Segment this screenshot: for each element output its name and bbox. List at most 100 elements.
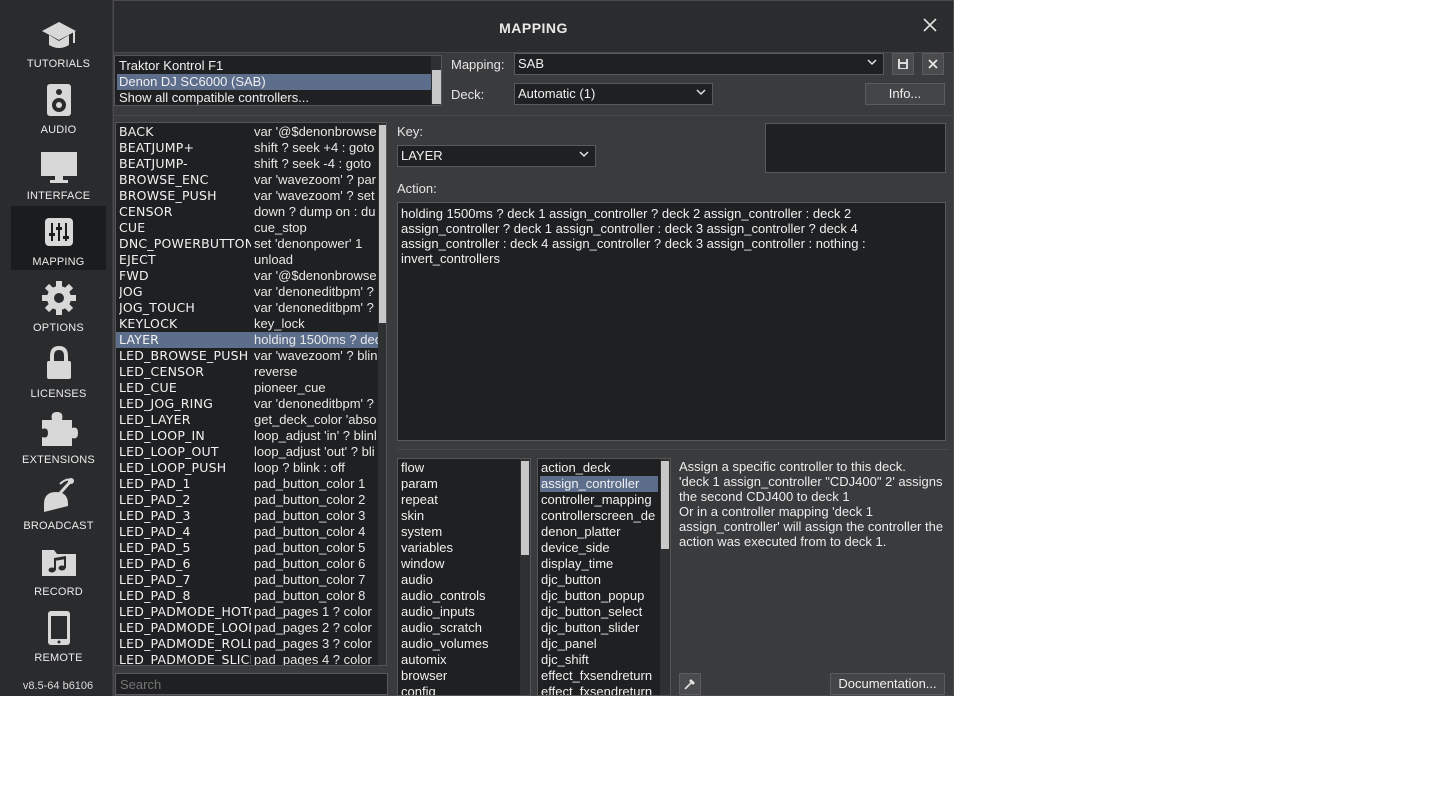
close-button[interactable]	[921, 17, 939, 35]
category-item[interactable]: audio_scratch	[400, 620, 518, 636]
key-row[interactable]: LED_PAD_7 pad_button_color 7	[116, 572, 378, 588]
category-item[interactable]: config	[400, 684, 518, 695]
scrollbar-thumb[interactable]	[661, 461, 669, 549]
delete-mapping-button[interactable]	[922, 53, 944, 75]
category-item[interactable]: param	[400, 476, 518, 492]
key-row[interactable]: LED_LOOP_PUSH loop ? blink : off	[116, 460, 378, 476]
key-row[interactable]: BEATJUMP-shift ? seek -4 : goto	[116, 156, 378, 172]
key-row[interactable]: CENSOR down ? dump on : du	[116, 204, 378, 220]
verb-item[interactable]: denon_platter	[540, 524, 658, 540]
key-row[interactable]: LED_PADMODE_ROLL pad_pages 3 ? color	[116, 636, 378, 652]
category-item[interactable]: flow	[400, 460, 518, 476]
category-item[interactable]: window	[400, 556, 518, 572]
category-item[interactable]: audio_controls	[400, 588, 518, 604]
controller-list[interactable]: Traktor Kontrol F1 Denon DJ SC6000 (SAB)…	[114, 55, 442, 106]
key-row[interactable]: KEYLOCK key_lock	[116, 316, 378, 332]
sidebar-item-audio[interactable]: AUDIO	[11, 74, 106, 138]
key-row[interactable]: JOG var 'denoneditbpm' ?	[116, 284, 378, 300]
sidebar-item-mapping[interactable]: MAPPING	[11, 206, 106, 270]
verb-item[interactable]: djc_button	[540, 572, 658, 588]
documentation-button[interactable]: Documentation...	[830, 673, 945, 695]
key-row[interactable]: LED_CENSOR reverse	[116, 364, 378, 380]
verb-item[interactable]: device_side	[540, 540, 658, 556]
verb-item[interactable]: assign_controller	[540, 476, 658, 492]
sidebar-item-extensions[interactable]: EXTENSIONS	[11, 404, 106, 468]
key-row[interactable]: DNC_POWERBUTTON set 'denonpower' 1	[116, 236, 378, 252]
key-row[interactable]: LED_PAD_4 pad_button_color 4	[116, 524, 378, 540]
category-item[interactable]: variables	[400, 540, 518, 556]
sidebar-item-record[interactable]: RECORD	[11, 536, 106, 600]
verb-item[interactable]: djc_shift	[540, 652, 658, 668]
pick-verb-button[interactable]	[679, 673, 701, 695]
verb-item[interactable]: action_deck	[540, 460, 658, 476]
verb-item[interactable]: effect_fxsendreturn	[540, 668, 658, 684]
key-row[interactable]: BACK var '@$denonbrowse	[116, 124, 378, 140]
key-row[interactable]: LED_PAD_6 pad_button_color 6	[116, 556, 378, 572]
category-list[interactable]: flow param repeat skin system variables window…	[397, 458, 531, 696]
key-row[interactable]: LED_PAD_2 pad_button_color 2	[116, 492, 378, 508]
verb-item[interactable]: controllerscreen_de	[540, 508, 658, 524]
key-row[interactable]: CUE cue_stop	[116, 220, 378, 236]
key-row[interactable]: LED_PADMODE_LOOP pad_pages 2 ? color	[116, 620, 378, 636]
key-row[interactable]: LED_CUE pioneer_cue	[116, 380, 378, 396]
key-row[interactable]: LED_PAD_3 pad_button_color 3	[116, 508, 378, 524]
sidebar-item-licenses[interactable]: LICENSES	[11, 338, 106, 402]
scrollbar-thumb[interactable]	[379, 125, 386, 323]
category-item[interactable]: audio	[400, 572, 518, 588]
verb-list-scrollbar[interactable]	[660, 459, 670, 695]
key-row[interactable]: BROWSE_ENC var 'wavezoom' ? par	[116, 172, 378, 188]
category-item[interactable]: audio_inputs	[400, 604, 518, 620]
verb-item[interactable]: djc_button_select	[540, 604, 658, 620]
key-row[interactable]: BEATJUMP+ shift ? seek +4 : goto	[116, 140, 378, 156]
scrollbar-thumb[interactable]	[432, 70, 441, 104]
category-item[interactable]: repeat	[400, 492, 518, 508]
key-row[interactable]: LED_PAD_1 pad_button_color 1	[116, 476, 378, 492]
sidebar-item-remote[interactable]: REMOTE	[11, 602, 106, 666]
key-row[interactable]: LED_BROWSE_PUSH var 'wavezoom' ? blin	[116, 348, 378, 364]
controller-item-selected[interactable]: Denon DJ SC6000 (SAB)	[117, 74, 431, 90]
key-row[interactable]: BROWSE_PUSH var 'wavezoom' ? set	[116, 188, 378, 204]
controller-list-scrollbar[interactable]	[431, 56, 441, 105]
key-row[interactable]: LED_PAD_5 pad_button_color 5	[116, 540, 378, 556]
key-row[interactable]: LAYER holding 1500ms ? deck	[116, 332, 378, 348]
action-editor[interactable]: holding 1500ms ? deck 1 assign_controlle…	[397, 202, 946, 441]
sidebar-item-interface[interactable]: INTERFACE	[11, 140, 106, 204]
key-row[interactable]: LED_PADMODE_HOTCUEpad_pages 1 ? color	[116, 604, 378, 620]
key-row[interactable]: LED_LOOP_IN loop_adjust 'in' ? blinl	[116, 428, 378, 444]
save-mapping-button[interactable]	[892, 53, 914, 75]
key-row[interactable]: LED_JOG_RING var 'denoneditbpm' ?	[116, 396, 378, 412]
key-row[interactable]: JOG_TOUCH var 'denoneditbpm' ?	[116, 300, 378, 316]
verb-item[interactable]: djc_panel	[540, 636, 658, 652]
sidebar-item-options[interactable]: OPTIONS	[11, 272, 106, 336]
verb-item[interactable]: djc_button_popup	[540, 588, 658, 604]
key-row[interactable]: LED_LAYER get_deck_color 'abso	[116, 412, 378, 428]
info-button[interactable]: Info...	[865, 83, 945, 105]
verb-item[interactable]: djc_button_slider	[540, 620, 658, 636]
key-row[interactable]: LED_LOOP_OUT loop_adjust 'out' ? bli	[116, 444, 378, 460]
key-list[interactable]: BACK var '@$denonbrowse BEATJUMP+ shift ? s…	[115, 122, 387, 666]
category-item[interactable]: browser	[400, 668, 518, 684]
verb-item[interactable]: display_time	[540, 556, 658, 572]
category-item[interactable]: automix	[400, 652, 518, 668]
deck-select[interactable]: Automatic (1)	[514, 83, 713, 105]
controller-item-show-all[interactable]: Show all compatible controllers...	[117, 90, 431, 105]
key-row[interactable]: EJECT unload	[116, 252, 378, 268]
sidebar-item-tutorials[interactable]: TUTORIALS	[11, 8, 106, 72]
category-item[interactable]: audio_volumes	[400, 636, 518, 652]
key-row[interactable]: LED_PADMODE_SLICERpad_pages 4 ? color	[116, 652, 378, 665]
scrollbar-thumb[interactable]	[521, 461, 529, 555]
sidebar-item-broadcast[interactable]: BROADCAST	[11, 470, 106, 534]
key-row[interactable]: FWD var '@$denonbrowse	[116, 268, 378, 284]
category-item[interactable]: system	[400, 524, 518, 540]
mapping-select[interactable]: SAB	[514, 53, 884, 75]
verb-item[interactable]: effect_fxsendreturn	[540, 684, 658, 695]
key-row[interactable]: LED_PAD_8 pad_button_color 8	[116, 588, 378, 604]
verb-list[interactable]: action_deck assign_controller controller_m…	[537, 458, 671, 696]
key-select[interactable]: LAYER	[397, 145, 596, 167]
controller-item[interactable]: Traktor Kontrol F1	[117, 58, 431, 74]
category-item[interactable]: skin	[400, 508, 518, 524]
category-list-scrollbar[interactable]	[520, 459, 530, 695]
search-input[interactable]	[115, 673, 388, 695]
verb-item[interactable]: controller_mapping	[540, 492, 658, 508]
key-list-scrollbar[interactable]	[378, 123, 386, 665]
